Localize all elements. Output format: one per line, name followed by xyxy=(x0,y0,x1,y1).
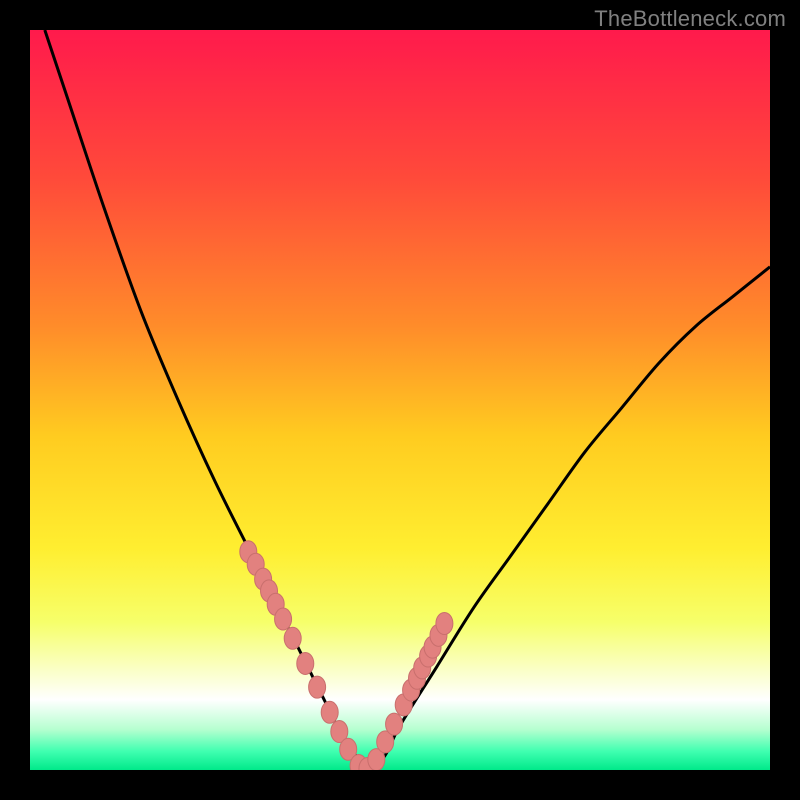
plot-area xyxy=(30,30,770,770)
watermark-text: TheBottleneck.com xyxy=(594,6,786,32)
marker-dot xyxy=(321,701,338,723)
marker-dot xyxy=(386,713,403,735)
marker-dot xyxy=(436,612,453,634)
gradient-background xyxy=(30,30,770,770)
marker-dot xyxy=(284,627,301,649)
marker-dot xyxy=(275,608,292,630)
marker-dot xyxy=(297,652,314,674)
outer-frame: TheBottleneck.com xyxy=(0,0,800,800)
chart-svg xyxy=(30,30,770,770)
marker-dot xyxy=(309,676,326,698)
